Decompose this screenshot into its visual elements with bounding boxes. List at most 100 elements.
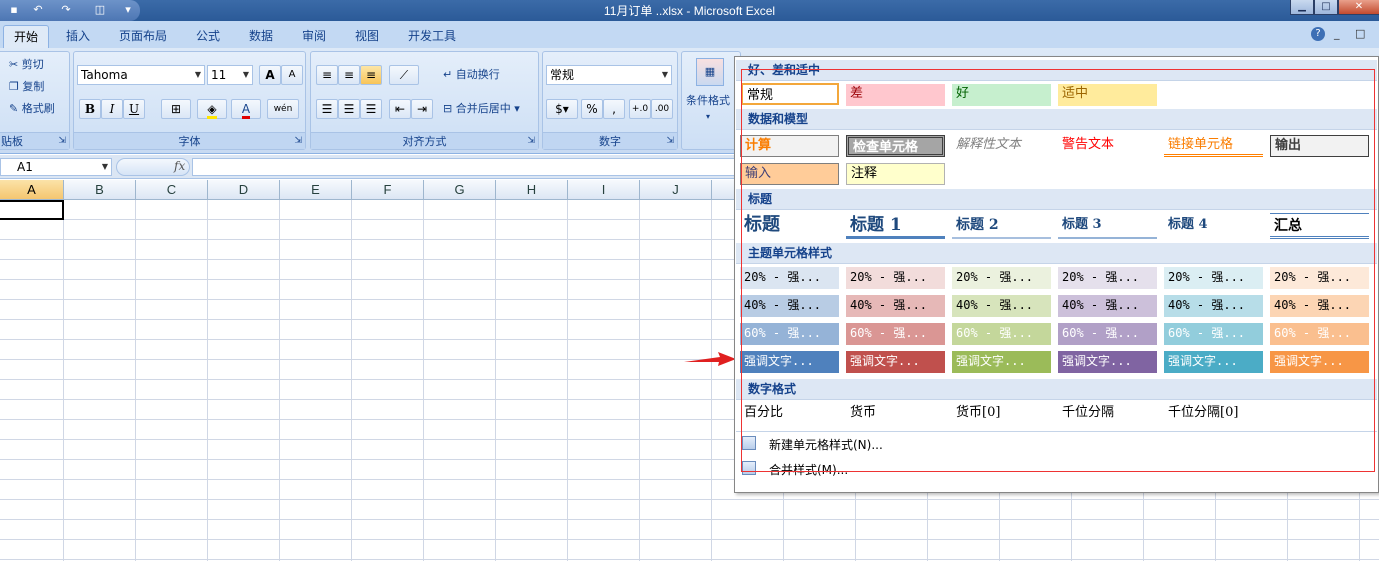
style-comma-0[interactable]: 千位分隔[0] <box>1164 403 1263 425</box>
style-comma[interactable]: 千位分隔 <box>1058 403 1157 425</box>
style-accent-1-60[interactable]: 60% - 强... <box>740 323 839 345</box>
style-calculation[interactable]: 计算 <box>740 135 839 157</box>
insert-function-button[interactable]: fx <box>174 159 185 173</box>
style-accent-6-60[interactable]: 60% - 强... <box>1270 323 1369 345</box>
column-header-e[interactable]: E <box>280 180 352 200</box>
style-accent-6-40[interactable]: 40% - 强... <box>1270 295 1369 317</box>
close-button[interactable]: ✕ <box>1338 0 1379 15</box>
style-accent-3-60[interactable]: 60% - 强... <box>952 323 1051 345</box>
style-accent-1-20[interactable]: 20% - 强... <box>740 267 839 289</box>
style-accent-5-20[interactable]: 20% - 强... <box>1164 267 1263 289</box>
borders-button[interactable]: ⊞ <box>161 99 191 119</box>
tab-insert[interactable]: 插入 <box>56 25 100 48</box>
font-name-select[interactable]: Tahoma ▼ <box>77 65 205 85</box>
align-center-icon[interactable]: ☰ <box>338 99 360 119</box>
align-right-icon[interactable]: ☰ <box>360 99 382 119</box>
style-accent-1-full[interactable]: 强调文字... <box>740 351 839 373</box>
column-header-c[interactable]: C <box>136 180 208 200</box>
style-check-cell[interactable]: 检查单元格 <box>846 135 945 157</box>
merge-center-button[interactable]: ⊟ 合并后居中 ▾ <box>443 100 520 118</box>
style-neutral[interactable]: 适中 <box>1058 84 1157 106</box>
shrink-font-button[interactable]: A <box>281 65 303 85</box>
help-icon[interactable]: ? <box>1311 27 1325 41</box>
style-accent-2-60[interactable]: 60% - 强... <box>846 323 945 345</box>
format-painter-button[interactable]: ✎ 格式刷 <box>9 100 55 118</box>
copy-button[interactable]: ❐ 复制 <box>9 78 44 96</box>
tab-formulas[interactable]: 公式 <box>186 25 230 48</box>
tab-view[interactable]: 视图 <box>345 25 389 48</box>
style-accent-4-40[interactable]: 40% - 强... <box>1058 295 1157 317</box>
bold-button[interactable]: B <box>79 99 101 119</box>
underline-button[interactable]: U <box>123 99 145 119</box>
font-color-button[interactable]: A <box>231 99 261 119</box>
align-middle-icon[interactable]: ≡ <box>338 65 360 85</box>
ribbon-restore-button[interactable]: □ <box>1355 25 1365 43</box>
column-header-b[interactable]: B <box>64 180 136 200</box>
name-box[interactable]: A1 ▼ <box>0 158 112 176</box>
orientation-icon[interactable]: ⟋ <box>389 65 419 85</box>
style-accent-2-20[interactable]: 20% - 强... <box>846 267 945 289</box>
column-header-h[interactable]: H <box>496 180 568 200</box>
style-currency-0[interactable]: 货币[0] <box>952 403 1051 425</box>
active-cell-a1[interactable] <box>0 200 64 220</box>
style-total[interactable]: 汇总 <box>1270 213 1369 239</box>
align-left-icon[interactable]: ☰ <box>316 99 338 119</box>
style-accent-6-full[interactable]: 强调文字... <box>1270 351 1369 373</box>
wrap-text-button[interactable]: ↵ 自动换行 <box>443 66 500 84</box>
style-output[interactable]: 输出 <box>1270 135 1369 157</box>
conditional-format-icon[interactable]: ▦ <box>696 58 724 86</box>
style-normal[interactable]: 常规 <box>741 83 839 105</box>
style-accent-5-full[interactable]: 强调文字... <box>1164 351 1263 373</box>
style-accent-2-full[interactable]: 强调文字... <box>846 351 945 373</box>
align-bottom-icon[interactable]: ≡ <box>360 65 382 85</box>
font-size-select[interactable]: 11 ▼ <box>207 65 253 85</box>
chevron-down-icon[interactable]: ▾ <box>706 108 710 126</box>
grow-font-button[interactable]: A <box>259 65 281 85</box>
decrease-decimal-button[interactable]: .00 <box>651 99 673 119</box>
style-title[interactable]: 标题 <box>740 213 839 239</box>
new-cell-style-menu-item[interactable]: 新建单元格样式(N)... <box>769 437 883 453</box>
style-accent-3-20[interactable]: 20% - 强... <box>952 267 1051 289</box>
style-accent-3-full[interactable]: 强调文字... <box>952 351 1051 373</box>
minimize-button[interactable]: ▁ <box>1290 0 1314 15</box>
alignment-launcher-icon[interactable]: ⇲ <box>527 136 535 146</box>
tab-page-layout[interactable]: 页面布局 <box>109 25 177 48</box>
style-explanatory-text[interactable]: 解释性文本 <box>952 135 1051 157</box>
column-header-f[interactable]: F <box>352 180 424 200</box>
accounting-format-icon[interactable]: $▾ <box>546 99 578 119</box>
increase-decimal-button[interactable]: +.0 <box>629 99 651 119</box>
style-bad[interactable]: 差 <box>846 84 945 106</box>
decrease-indent-icon[interactable]: ⇤ <box>389 99 411 119</box>
style-input[interactable]: 输入 <box>740 163 839 185</box>
column-header-g[interactable]: G <box>424 180 496 200</box>
style-note[interactable]: 注释 <box>846 163 945 185</box>
clipboard-launcher-icon[interactable]: ⇲ <box>58 136 66 146</box>
fill-color-button[interactable]: ◈ <box>197 99 227 119</box>
italic-button[interactable]: I <box>101 99 123 119</box>
style-good[interactable]: 好 <box>952 84 1051 106</box>
ribbon-minimize-button[interactable]: _ <box>1334 25 1340 43</box>
merge-styles-menu-item[interactable]: 合并样式(M)... <box>769 462 848 478</box>
percent-style-button[interactable]: % <box>581 99 603 119</box>
style-currency[interactable]: 货币 <box>846 403 945 425</box>
style-accent-5-40[interactable]: 40% - 强... <box>1164 295 1263 317</box>
style-accent-3-40[interactable]: 40% - 强... <box>952 295 1051 317</box>
style-heading-3[interactable]: 标题 3 <box>1058 213 1157 239</box>
comma-style-button[interactable]: , <box>603 99 625 119</box>
style-accent-6-20[interactable]: 20% - 强... <box>1270 267 1369 289</box>
style-heading-1[interactable]: 标题 1 <box>846 213 945 239</box>
style-accent-4-20[interactable]: 20% - 强... <box>1058 267 1157 289</box>
tab-developer[interactable]: 开发工具 <box>398 25 466 48</box>
style-warning-text[interactable]: 警告文本 <box>1058 135 1157 157</box>
tab-review[interactable]: 审阅 <box>292 25 336 48</box>
tab-home[interactable]: 开始 <box>3 25 50 48</box>
tab-data[interactable]: 数据 <box>239 25 283 48</box>
style-accent-4-60[interactable]: 60% - 强... <box>1058 323 1157 345</box>
style-accent-4-full[interactable]: 强调文字... <box>1058 351 1157 373</box>
column-header-d[interactable]: D <box>208 180 280 200</box>
number-format-select[interactable]: 常规 ▼ <box>546 65 672 85</box>
style-accent-5-60[interactable]: 60% - 强... <box>1164 323 1263 345</box>
column-header-a[interactable]: A <box>0 180 64 200</box>
column-header-j[interactable]: J <box>640 180 712 200</box>
style-heading-4[interactable]: 标题 4 <box>1164 213 1263 239</box>
